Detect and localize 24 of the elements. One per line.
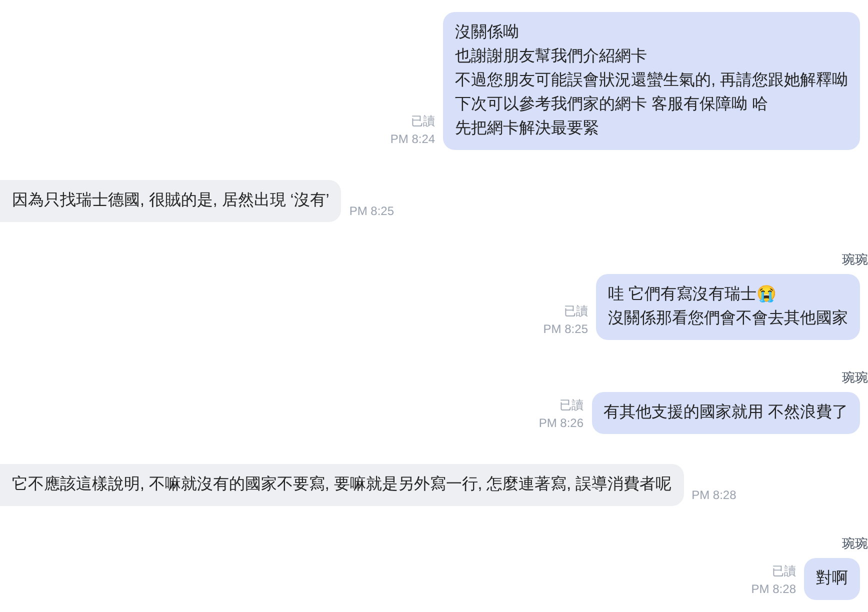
timestamp: PM 8:25 <box>543 321 588 338</box>
read-receipt: 已讀 <box>411 113 436 130</box>
message-text: 哇 它們有寫沒有瑞士😭 <box>608 284 778 305</box>
message-text: 因為只找瑞士德國, 很賊的是, 居然出現 ‘沒有’ <box>12 190 330 211</box>
message-text: 有其他支援的國家就用 不然浪費了 <box>604 402 848 423</box>
message-text: 先把網卡解決最要緊 <box>455 118 600 139</box>
timestamp: PM 8:26 <box>538 415 584 432</box>
sender-name: 琬琬 <box>842 370 868 386</box>
message-text: 沒關係那看您們會不會去其他國家 <box>608 308 848 329</box>
sender-name: 琬琬 <box>842 252 868 268</box>
read-receipt: 已讀 <box>772 563 796 580</box>
message-text: 沒關係呦 <box>455 22 520 43</box>
sender-name: 琬琬 <box>842 536 868 552</box>
message-text: 對啊 <box>816 568 848 589</box>
timestamp: PM 8:24 <box>390 131 436 148</box>
timestamp: PM 8:28 <box>692 487 736 504</box>
read-receipt: 已讀 <box>564 303 588 320</box>
message-text: 也謝謝朋友幫我們介紹網卡 <box>455 46 648 67</box>
message-text: 不過您朋友可能誤會狀況還蠻生氣的, 再請您跟她解釋呦 <box>455 70 848 91</box>
read-receipt: 已讀 <box>560 397 584 414</box>
message-text: 下次可以參考我們家的網卡 客服有保障呦 哈 <box>455 94 769 115</box>
timestamp: PM 8:28 <box>751 581 796 598</box>
timestamp: PM 8:25 <box>349 203 394 220</box>
message-text: 它不應該這樣說明, 不嘛就沒有的國家不要寫, 要嘛就是另外寫一行, 怎麼連著寫, 誤導消費者呢 <box>12 474 672 495</box>
